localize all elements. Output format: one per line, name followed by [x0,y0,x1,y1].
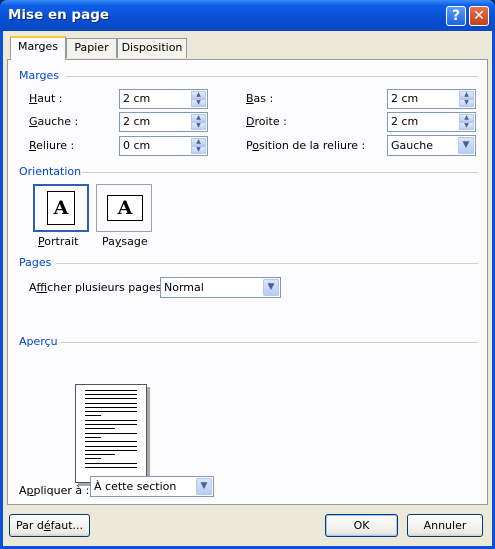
close-button[interactable]: ✕ [469,6,489,26]
bas-spinner[interactable]: 2 cm ▲ ▼ [387,89,476,109]
tab-panel-marges: Marges Haut : 2 cm ▲ ▼ Gauche : 2 cm ▲ ▼ R… [7,59,488,505]
position-reliure-select[interactable]: Gauche ▼ [387,135,476,156]
default-button[interactable]: Par défaut... [9,514,90,537]
droite-spinner[interactable]: 2 cm ▲ ▼ [387,112,476,132]
dialog-body: Marges Papier Disposition Marges Haut : … [3,31,492,546]
spin-down-icon[interactable]: ▼ [459,122,474,130]
portrait-option[interactable]: A [33,184,89,232]
spin-down-icon[interactable]: ▼ [191,122,206,130]
bas-value: 2 cm [391,92,419,105]
tab-label: Papier [74,41,109,54]
group-label-marges: Marges [19,69,60,82]
spin-up-icon[interactable]: ▲ [459,114,474,122]
title-bar: Mise en page ? ✕ [0,0,495,31]
window-title: Mise en page [8,7,110,23]
multiple-pages-select[interactable]: Normal ▼ [160,277,281,298]
droite-value: 2 cm [391,115,419,128]
chevron-down-icon[interactable]: ▼ [196,478,212,495]
label-appliquer: Appliquer à : [19,484,90,497]
group-divider [82,172,478,173]
label-droite: Droite : [246,115,287,128]
label-portrait: Portrait [38,235,79,248]
spin-up-icon[interactable]: ▲ [191,114,206,122]
group-label-pages: Pages [19,256,52,269]
reliure-spinner[interactable]: 0 cm ▲ ▼ [119,136,208,156]
group-divider [66,76,478,77]
label-haut: Haut : [29,92,63,105]
page-preview [75,384,147,483]
apply-to-value: À cette section [94,480,177,493]
tab-papier[interactable]: Papier [66,38,117,58]
page-setup-dialog: Mise en page ? ✕ Marges Papier Dispositi… [0,0,495,549]
help-button[interactable]: ? [446,6,466,26]
group-divider [56,263,478,264]
label-paysage: Paysage [102,235,148,248]
tab-label: Disposition [121,41,183,54]
spin-up-icon[interactable]: ▲ [191,91,206,99]
spin-up-icon[interactable]: ▲ [459,91,474,99]
label-gauche: Gauche : [29,115,79,128]
tab-disposition[interactable]: Disposition [117,38,187,58]
position-reliure-value: Gauche [391,139,434,152]
reliure-value: 0 cm [123,139,151,152]
ok-button[interactable]: OK [325,514,398,537]
haut-value: 2 cm [123,92,151,105]
landscape-page-icon: A [107,195,143,221]
spin-down-icon[interactable]: ▼ [191,146,206,154]
paysage-option[interactable]: A [96,184,152,232]
spin-up-icon[interactable]: ▲ [191,138,206,146]
tab-label: Marges [17,40,59,53]
cancel-button[interactable]: Annuler [407,514,483,537]
label-afficher-pages: Afficher plusieurs pages : [29,281,169,294]
group-divider [61,342,478,343]
haut-spinner[interactable]: 2 cm ▲ ▼ [119,89,208,109]
label-position-reliure: Position de la reliure : [246,139,366,152]
portrait-page-icon: A [47,191,75,225]
group-label-orientation: Orientation [19,165,82,178]
apply-to-select[interactable]: À cette section ▼ [90,476,214,497]
gauche-value: 2 cm [123,115,151,128]
label-bas: Bas : [246,92,274,105]
label-reliure: Reliure : [29,139,75,152]
multiple-pages-value: Normal [164,281,204,294]
gauche-spinner[interactable]: 2 cm ▲ ▼ [119,112,208,132]
tab-marges[interactable]: Marges [10,36,66,60]
group-label-apercu: Aperçu [19,335,58,348]
chevron-down-icon[interactable]: ▼ [458,137,474,154]
chevron-down-icon[interactable]: ▼ [263,279,279,296]
spin-down-icon[interactable]: ▼ [459,99,474,107]
spin-down-icon[interactable]: ▼ [191,99,206,107]
